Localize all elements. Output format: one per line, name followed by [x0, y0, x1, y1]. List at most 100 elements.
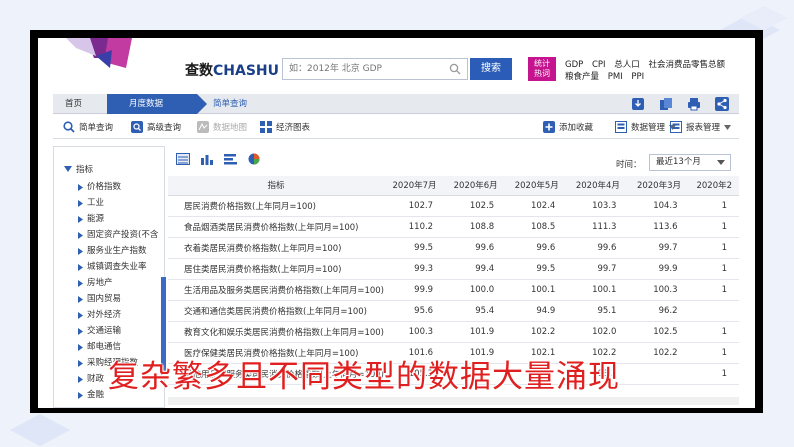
- breadcrumb-monthly-data[interactable]: 月度数据: [107, 94, 207, 114]
- query-toolbar: 简单查询 高级查询 数据地图 经济图表 添加收藏 数据管理 报表管理: [53, 117, 739, 139]
- value-cell: 100.3: [383, 321, 446, 343]
- value-cell: 1: [689, 258, 739, 280]
- column-header[interactable]: 2020年5月: [506, 176, 568, 196]
- time-range-value: 最近13个月: [656, 157, 701, 167]
- sidebar-root-label: 指标: [76, 165, 94, 175]
- brand-en: CHASHU: [213, 63, 279, 79]
- caret-right-icon: [78, 279, 83, 287]
- table-row[interactable]: 食品烟酒类居民消费价格指数(上年同月=100) 110.2 108.8 108.5 11…: [168, 216, 739, 238]
- table-row[interactable]: 居民消费价格指数(上年同月=100) 102.7 102.5 102.4 103.3 10…: [168, 195, 739, 217]
- sidebar-root-indicators[interactable]: 指标: [64, 163, 93, 175]
- sidebar-item[interactable]: 城镇调查失业率: [78, 259, 158, 275]
- add-favorite-tool[interactable]: 添加收藏: [543, 121, 593, 133]
- table-row[interactable]: 生活用品及服务类居民消费价格指数(上年同月=100) 99.9 100.0 100.1…: [168, 279, 739, 301]
- site-logo[interactable]: 查数CHASHU: [185, 60, 279, 80]
- advanced-search-icon: [131, 121, 143, 133]
- column-header[interactable]: 2020年4月: [567, 176, 629, 196]
- advanced-query-label: 高级查询: [147, 123, 182, 133]
- search-icon[interactable]: [449, 63, 461, 75]
- advanced-query-tool[interactable]: 高级查询: [131, 121, 181, 133]
- value-cell: 100.1: [506, 279, 568, 301]
- view-toolbar: 时间： 最近13个月: [168, 146, 739, 176]
- simple-query-tool[interactable]: 简单查询: [63, 121, 113, 133]
- sidebar-item[interactable]: 价格指数: [78, 179, 158, 195]
- value-cell: 1: [689, 342, 739, 364]
- hot-word-link[interactable]: 社会消费品零售总额: [648, 60, 725, 70]
- hot-word-link[interactable]: PMI: [608, 72, 623, 82]
- table-view-icon[interactable]: [176, 153, 190, 165]
- table-row[interactable]: 居住类居民消费价格指数(上年同月=100) 99.3 99.4 99.5 99.7 99.…: [168, 258, 739, 280]
- data-map-tool[interactable]: 数据地图: [197, 121, 247, 133]
- report-manage-icon: [670, 121, 682, 133]
- sidebar-item-label: 交通运输: [87, 326, 122, 336]
- copy-icon[interactable]: [659, 97, 673, 111]
- caret-right-icon: [78, 359, 83, 367]
- sidebar-item[interactable]: 固定资产投资(不含: [78, 227, 158, 243]
- sidebar-item[interactable]: 工业: [78, 195, 158, 211]
- sidebar-item-label: 能源: [87, 214, 105, 224]
- value-cell: 96.2: [628, 300, 690, 322]
- horizontal-scrollbar[interactable]: [168, 397, 739, 405]
- value-cell: 1: [689, 279, 739, 301]
- value-cell: 102.0: [567, 321, 629, 343]
- search-input[interactable]: [283, 59, 443, 79]
- value-cell: 100.0: [445, 279, 507, 301]
- print-icon[interactable]: [687, 97, 701, 111]
- indicator-name-cell: 食品烟酒类居民消费价格指数(上年同月=100): [168, 216, 384, 238]
- value-cell: 1: [689, 216, 739, 238]
- pie-chart-icon[interactable]: [248, 153, 260, 165]
- value-cell: 99.6: [445, 237, 507, 259]
- sidebar-item[interactable]: 房地产: [78, 275, 158, 291]
- hot-badge-line2: 热词: [534, 69, 550, 78]
- value-cell: 99.5: [506, 258, 568, 280]
- sidebar-item-label: 国内贸易: [87, 294, 122, 304]
- time-range-select[interactable]: 最近13个月: [649, 154, 731, 171]
- economic-charts-tool[interactable]: 经济图表: [260, 121, 310, 133]
- sidebar-item[interactable]: 对外经济: [78, 307, 158, 323]
- sidebar-item[interactable]: 交通运输: [78, 323, 158, 339]
- breadcrumb-home[interactable]: 首页: [65, 94, 82, 114]
- sidebar-item[interactable]: 国内贸易: [78, 291, 158, 307]
- table-row[interactable]: 衣着类居民消费价格指数(上年同月=100) 99.5 99.6 99.6 99.6 99.…: [168, 237, 739, 259]
- sidebar-item[interactable]: 服务业生产指数: [78, 243, 158, 259]
- export-icon[interactable]: [631, 97, 645, 111]
- breadcrumb-tools: [631, 97, 729, 111]
- map-icon: [197, 121, 209, 133]
- table-header-row: 指标 2020年7月 2020年6月 2020年5月 2020年4月 2020年…: [168, 176, 739, 196]
- value-cell: 95.6: [383, 300, 446, 322]
- time-label: 时间：: [616, 160, 642, 170]
- data-manage-icon: [615, 121, 627, 133]
- value-cell: 101.9: [445, 321, 507, 343]
- value-cell: 94.9: [506, 300, 568, 322]
- column-header[interactable]: 2020年7月: [383, 176, 446, 196]
- table-row[interactable]: 交通和通信类居民消费价格指数(上年同月=100) 95.6 95.4 94.9 95.1…: [168, 300, 739, 322]
- value-cell: 113.6: [628, 216, 690, 238]
- data-management-tool[interactable]: 数据管理: [615, 121, 677, 133]
- breadcrumb-simple-query[interactable]: 简单查询: [213, 94, 247, 114]
- hot-words-row2: 粮食产量 PMI PPI: [565, 70, 650, 82]
- caret-right-icon: [78, 391, 83, 399]
- column-header[interactable]: 2020年6月: [445, 176, 507, 196]
- value-cell: 1: [689, 363, 739, 385]
- hot-word-link[interactable]: 粮食产量: [565, 72, 599, 82]
- column-header[interactable]: 2020年3月: [628, 176, 690, 196]
- share-icon[interactable]: [715, 97, 729, 111]
- value-cell: 102.4: [506, 195, 568, 217]
- column-header[interactable]: 2020年2: [689, 176, 739, 196]
- bar-chart-icon[interactable]: [200, 153, 214, 165]
- hot-word-link[interactable]: 总人口: [614, 60, 640, 70]
- search-button[interactable]: 搜索: [470, 58, 512, 80]
- table-row[interactable]: 教育文化和娱乐类居民消费价格指数(上年同月=100) 100.3 101.9 102.…: [168, 321, 739, 343]
- hot-word-link[interactable]: GDP: [565, 60, 583, 70]
- logo-decoration: [66, 38, 132, 68]
- hot-word-link[interactable]: CPI: [592, 60, 606, 70]
- bar-horizontal-icon[interactable]: [224, 153, 238, 165]
- column-header[interactable]: 指标: [168, 176, 384, 196]
- value-cell: 95.4: [445, 300, 507, 322]
- value-cell: 102.7: [383, 195, 446, 217]
- report-management-tool[interactable]: 报表管理: [670, 121, 732, 133]
- data-management-label: 数据管理: [631, 123, 666, 133]
- hot-word-link[interactable]: PPI: [631, 72, 644, 82]
- value-cell: 1: [689, 237, 739, 259]
- sidebar-item[interactable]: 能源: [78, 211, 158, 227]
